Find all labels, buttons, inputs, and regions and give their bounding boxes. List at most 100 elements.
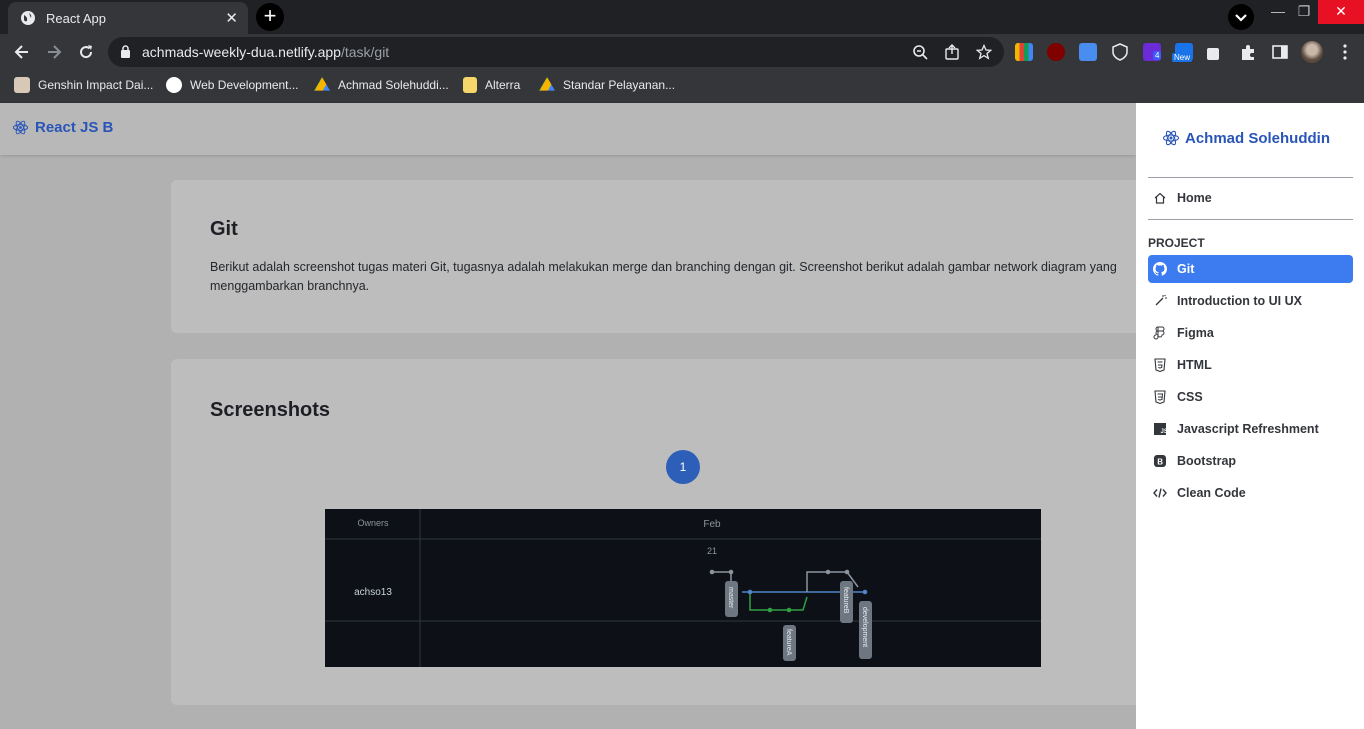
forward-arrow-icon[interactable]	[44, 42, 64, 62]
page-title: Git	[210, 218, 238, 240]
close-tab-icon[interactable]: ✕	[225, 9, 238, 27]
navbar-brand[interactable]: React JS B	[12, 119, 113, 136]
bookmarks-bar: Genshin Impact Dai... Web Development...…	[0, 70, 1364, 98]
extension-new-icon[interactable]: New	[1172, 43, 1193, 62]
tab-search-button[interactable]	[1228, 4, 1254, 30]
bookmark-label: Alterra	[485, 78, 521, 92]
sidebar-item-label: Javascript Refreshment	[1177, 422, 1319, 436]
git-card: Git Berikut adalah screenshot tugas mate…	[171, 180, 1151, 333]
network-diagram-screenshot: Owners Feb 21 achso13 master featureA fe…	[325, 509, 1041, 667]
puzzle-icon[interactable]	[1239, 43, 1257, 61]
minimize-button[interactable]: —	[1268, 0, 1288, 24]
tab-title: React App	[46, 10, 106, 26]
branch-label-development: development	[861, 607, 868, 647]
extension-new-badge: New	[1172, 53, 1193, 62]
bootstrap-icon: B	[1154, 455, 1166, 467]
home-icon	[1154, 192, 1166, 204]
svg-text:B: B	[1157, 458, 1163, 467]
bookmark-item[interactable]: Genshin Impact Dai...	[14, 76, 153, 94]
sidebar-item-javascript[interactable]: JS Javascript Refreshment	[1148, 415, 1353, 443]
new-tab-button[interactable]: +	[256, 3, 284, 31]
extension-count-badge: 4	[1153, 51, 1162, 60]
sidebar-item-css[interactable]: CSS	[1148, 383, 1353, 411]
sidebar-item-label: Bootstrap	[1177, 454, 1237, 468]
navbar-brand-label: React JS B	[35, 119, 114, 136]
bookmark-label: Web Development...	[190, 78, 299, 92]
page-content: React JS B Git Berikut adalah screenshot…	[0, 103, 1364, 729]
address-bar[interactable]: achmads-weekly-dua.netlify.app/task/git	[108, 37, 1004, 67]
zoom-icon[interactable]	[912, 44, 928, 60]
restore-button[interactable]: ❐	[1294, 0, 1314, 24]
bookmark-item[interactable]: Web Development...	[166, 76, 299, 94]
browser-tab[interactable]: React App ✕	[8, 2, 248, 34]
pagination-page-1[interactable]: 1	[666, 450, 700, 484]
bookmark-item[interactable]: Achmad Solehuddi...	[314, 76, 449, 94]
extension-docs-icon[interactable]	[1079, 43, 1097, 61]
shield-icon[interactable]	[1111, 43, 1129, 61]
sidebar-item-uiux[interactable]: Introduction to UI UX	[1148, 287, 1353, 315]
sidebar-brand[interactable]: Achmad Solehuddin	[1162, 129, 1330, 147]
html5-icon	[1154, 358, 1166, 372]
bookmark-item[interactable]: Standar Pelayanan...	[539, 76, 675, 94]
profile-avatar[interactable]	[1301, 41, 1323, 63]
screenshots-title: Screenshots	[210, 399, 331, 421]
react-icon	[1162, 130, 1180, 146]
webdev-icon	[166, 77, 182, 93]
react-icon	[12, 120, 29, 135]
globe-icon	[21, 11, 35, 25]
extension-misc-icon[interactable]	[1207, 48, 1219, 60]
reload-icon[interactable]	[76, 42, 96, 62]
sidebar-item-home[interactable]: Home	[1148, 184, 1353, 212]
lock-icon	[121, 45, 130, 58]
figma-icon	[1153, 326, 1165, 340]
day-label: 21	[707, 546, 717, 556]
sidepanel-icon[interactable]	[1271, 43, 1289, 61]
sidebar-item-label: Figma	[1177, 326, 1214, 340]
sidebar-item-label: CSS	[1177, 390, 1203, 404]
code-icon	[1153, 488, 1167, 498]
top-navbar: React JS B	[0, 103, 1136, 155]
screenshots-card: Screenshots 1 Owners Feb 21 achso13 mast…	[171, 359, 1151, 705]
magic-wand-icon	[1155, 294, 1167, 306]
branch-label-master: master	[727, 587, 734, 609]
browser-chrome: React App ✕ + — ❐ ✕ achmads-weekly-dua.n…	[0, 0, 1364, 103]
kebab-menu-icon[interactable]	[1336, 43, 1354, 61]
sidebar-item-bootstrap[interactable]: B Bootstrap	[1148, 447, 1353, 475]
url-host: achmads-weekly-dua.netlify.app	[142, 44, 341, 60]
sidebar-item-figma[interactable]: Figma	[1148, 319, 1353, 347]
browser-toolbar: achmads-weekly-dua.netlify.app/task/git …	[0, 34, 1364, 70]
google-drive-icon	[539, 77, 555, 91]
sidebar-section-title: PROJECT	[1148, 236, 1205, 250]
javascript-icon: JS	[1154, 423, 1167, 435]
bookmark-label: Genshin Impact Dai...	[38, 78, 154, 92]
back-arrow-icon[interactable]	[12, 42, 32, 62]
window-close-button[interactable]: ✕	[1318, 0, 1364, 24]
sidebar-item-html[interactable]: HTML	[1148, 351, 1353, 379]
branch-label-featureB: featureB	[842, 587, 849, 614]
bookmark-item[interactable]: Alterra	[463, 76, 520, 94]
extension-badge-icon[interactable]: 4	[1143, 43, 1162, 61]
genshin-icon	[14, 77, 30, 93]
google-drive-icon	[314, 77, 330, 91]
git-description: Berikut adalah screenshot tugas materi G…	[210, 260, 1117, 293]
sidebar-item-git[interactable]: Git	[1148, 255, 1353, 283]
sidebar-item-label: Git	[1177, 262, 1195, 276]
sidebar-item-label: Clean Code	[1177, 486, 1246, 500]
star-icon[interactable]	[976, 44, 992, 60]
ublock-icon[interactable]	[1047, 43, 1065, 61]
css3-icon	[1154, 390, 1166, 404]
sidebar-item-label: Home	[1177, 191, 1212, 205]
owner-label: achso13	[354, 587, 392, 598]
chevron-down-icon	[1235, 14, 1247, 22]
network-diagram-image: Owners Feb 21 achso13 master featureA fe…	[325, 509, 1041, 667]
tab-strip: React App ✕ + — ❐ ✕	[0, 0, 1364, 34]
github-icon	[1153, 262, 1167, 276]
month-header: Feb	[703, 519, 721, 530]
bookmark-label: Standar Pelayanan...	[563, 78, 676, 92]
extension-colors-icon[interactable]	[1015, 43, 1033, 61]
sidebar-item-clean-code[interactable]: Clean Code	[1148, 479, 1353, 507]
sidebar-brand-label: Achmad Solehuddin	[1185, 129, 1331, 147]
sidebar-divider	[1148, 177, 1353, 178]
share-icon[interactable]	[944, 44, 960, 60]
sidebar: Achmad Solehuddin Home PROJECT Git Intro…	[1136, 103, 1364, 729]
